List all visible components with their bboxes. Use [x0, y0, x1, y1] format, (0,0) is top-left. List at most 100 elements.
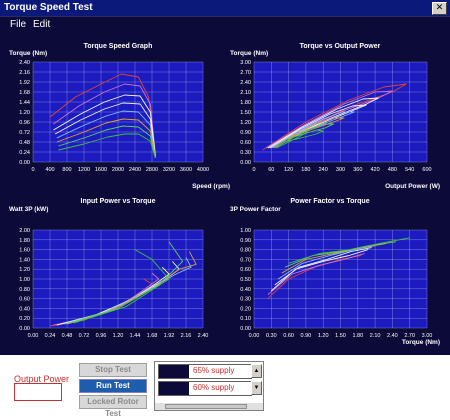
x-tick-label: 0.72 [79, 333, 90, 339]
x-tick-label: 300 [336, 167, 345, 173]
y-tick-label: 0.72 [19, 130, 30, 136]
x-tick-label: 2.40 [198, 333, 209, 339]
y-tick-label: 0.80 [240, 248, 251, 254]
x-tick-label: 360 [353, 167, 362, 173]
x-tick-label: 1.20 [318, 333, 329, 339]
y-tick-label: 0.00 [19, 326, 30, 332]
y-tick-label: 2.00 [19, 228, 30, 234]
x-tick-label: 0.00 [28, 333, 39, 339]
x-axis-label: Speed (rpm) [192, 183, 230, 190]
y-tick-label: 0.30 [240, 297, 251, 303]
series-swatch [159, 365, 189, 378]
y-axis-label: Torque (Nm) [230, 50, 268, 57]
list-item[interactable]: 60% supply [158, 381, 252, 396]
y-tick-label: 1.00 [240, 228, 251, 234]
y-tick-label: 0.00 [240, 326, 251, 332]
x-tick-label: 600 [422, 167, 431, 173]
x-tick-label: 2.16 [181, 333, 192, 339]
y-tick-label: 1.60 [19, 248, 30, 254]
x-tick-label: 1.20 [113, 333, 124, 339]
app-window: Torque Speed Test ✕ File Edit 0 400 800 120… [0, 0, 450, 420]
y-tick-label: 1.68 [19, 90, 30, 96]
x-axis-label: Output Power (W) [385, 183, 440, 190]
x-tick-label: 1.92 [164, 333, 175, 339]
x-tick-label: 1.44 [130, 333, 141, 339]
x-tick-label: 2.40 [387, 333, 398, 339]
y-tick-label: 2.40 [19, 60, 30, 66]
supply-list[interactable]: 65% supply ▲ 60% supply ▼ [154, 361, 264, 411]
y-tick-label: 0.90 [240, 130, 251, 136]
chart-title: Power Factor vs Torque [290, 198, 369, 205]
y-tick-label: 0.60 [240, 267, 251, 273]
y-tick-label: 1.80 [240, 100, 251, 106]
run-test-button[interactable]: Run Test [79, 379, 147, 393]
x-tick-label: 1600 [95, 167, 107, 173]
x-tick-label: 4000 [197, 167, 209, 173]
y-tick-label: 1.00 [19, 277, 30, 283]
chart-title: Torque vs Output Power [300, 43, 381, 50]
y-tick-label: 0.20 [240, 306, 251, 312]
y-tick-label: 0.00 [240, 160, 251, 166]
x-tick-label: 0.90 [301, 333, 312, 339]
y-tick-label: 1.20 [240, 120, 251, 126]
scroll-up-icon[interactable]: ▲ [251, 364, 262, 378]
y-tick-label: 1.92 [19, 80, 30, 86]
x-tick-label: 2800 [146, 167, 158, 173]
x-tick-label: 0.48 [62, 333, 73, 339]
y-tick-label: 0.00 [19, 160, 30, 166]
x-tick-label: 240 [319, 167, 328, 173]
stop-test-button[interactable]: Stop Test [79, 363, 147, 377]
x-tick-label: 2.10 [370, 333, 381, 339]
y-tick-label: 1.40 [19, 257, 30, 263]
x-tick-label: 400 [45, 167, 54, 173]
x-tick-label: 3600 [180, 167, 192, 173]
y-tick-label: 1.50 [240, 110, 251, 116]
series-swatch [159, 382, 189, 395]
locked-rotor-test-button[interactable]: Locked Rotor Test [79, 395, 147, 418]
charts-area: 0 400 800 1200 1600 2000 2400 2800 3200 3600 40000… [9, 43, 440, 346]
x-tick-label: 420 [371, 167, 380, 173]
y-axis-label: 3P Power Factor [230, 206, 281, 213]
x-tick-label: 60 [268, 167, 274, 173]
x-tick-label: 0.60 [283, 333, 294, 339]
x-tick-label: 1200 [78, 167, 90, 173]
x-tick-label: 480 [388, 167, 397, 173]
y-tick-label: 0.40 [240, 287, 251, 293]
x-tick-label: 0 [31, 167, 34, 173]
x-tick-label: 540 [405, 167, 414, 173]
scroll-down-icon[interactable]: ▼ [251, 381, 262, 395]
x-tick-label: 0 [252, 167, 255, 173]
y-tick-label: 1.44 [19, 100, 30, 106]
supply-label: 60% supply [193, 383, 235, 392]
x-tick-label: 800 [62, 167, 71, 173]
y-tick-label: 2.10 [240, 90, 251, 96]
x-tick-label: 0.00 [249, 333, 260, 339]
y-tick-label: 1.20 [19, 110, 30, 116]
y-tick-label: 0.80 [19, 287, 30, 293]
y-tick-label: 3.00 [240, 60, 251, 66]
x-axis-label: Torque (Nm) [402, 339, 440, 346]
x-tick-label: 180 [301, 167, 310, 173]
output-power-field [14, 383, 62, 401]
y-tick-label: 0.96 [19, 120, 30, 126]
y-axis-label: Watt 3P (kW) [9, 206, 48, 213]
chart-torque-speed: 0 400 800 1200 1600 2000 2400 2800 3200 3600 4000 0… [9, 43, 230, 190]
y-tick-label: 0.40 [19, 306, 30, 312]
x-tick-label: 1.50 [335, 333, 346, 339]
x-tick-label: 1.80 [352, 333, 363, 339]
scrollbar-thumb[interactable] [165, 404, 247, 409]
y-tick-label: 1.80 [19, 238, 30, 244]
y-tick-label: 0.90 [240, 238, 251, 244]
chart-title: Input Power vs Torque [81, 198, 156, 205]
x-tick-label: 3200 [163, 167, 175, 173]
horizontal-scrollbar[interactable] [155, 403, 263, 410]
list-item[interactable]: 65% supply [158, 364, 252, 379]
x-tick-label: 1.68 [147, 333, 158, 339]
y-tick-label: 0.50 [240, 277, 251, 283]
chart-torque-vs-output-power: 0 60 120 180 240 300 360 420 480 540 600 0.00 0.30 0.… [230, 43, 440, 190]
x-tick-label: 2400 [129, 167, 141, 173]
y-tick-label: 0.20 [19, 316, 30, 322]
y-tick-label: 0.24 [19, 150, 30, 156]
x-tick-label: 0.96 [96, 333, 107, 339]
y-tick-label: 0.70 [240, 257, 251, 263]
